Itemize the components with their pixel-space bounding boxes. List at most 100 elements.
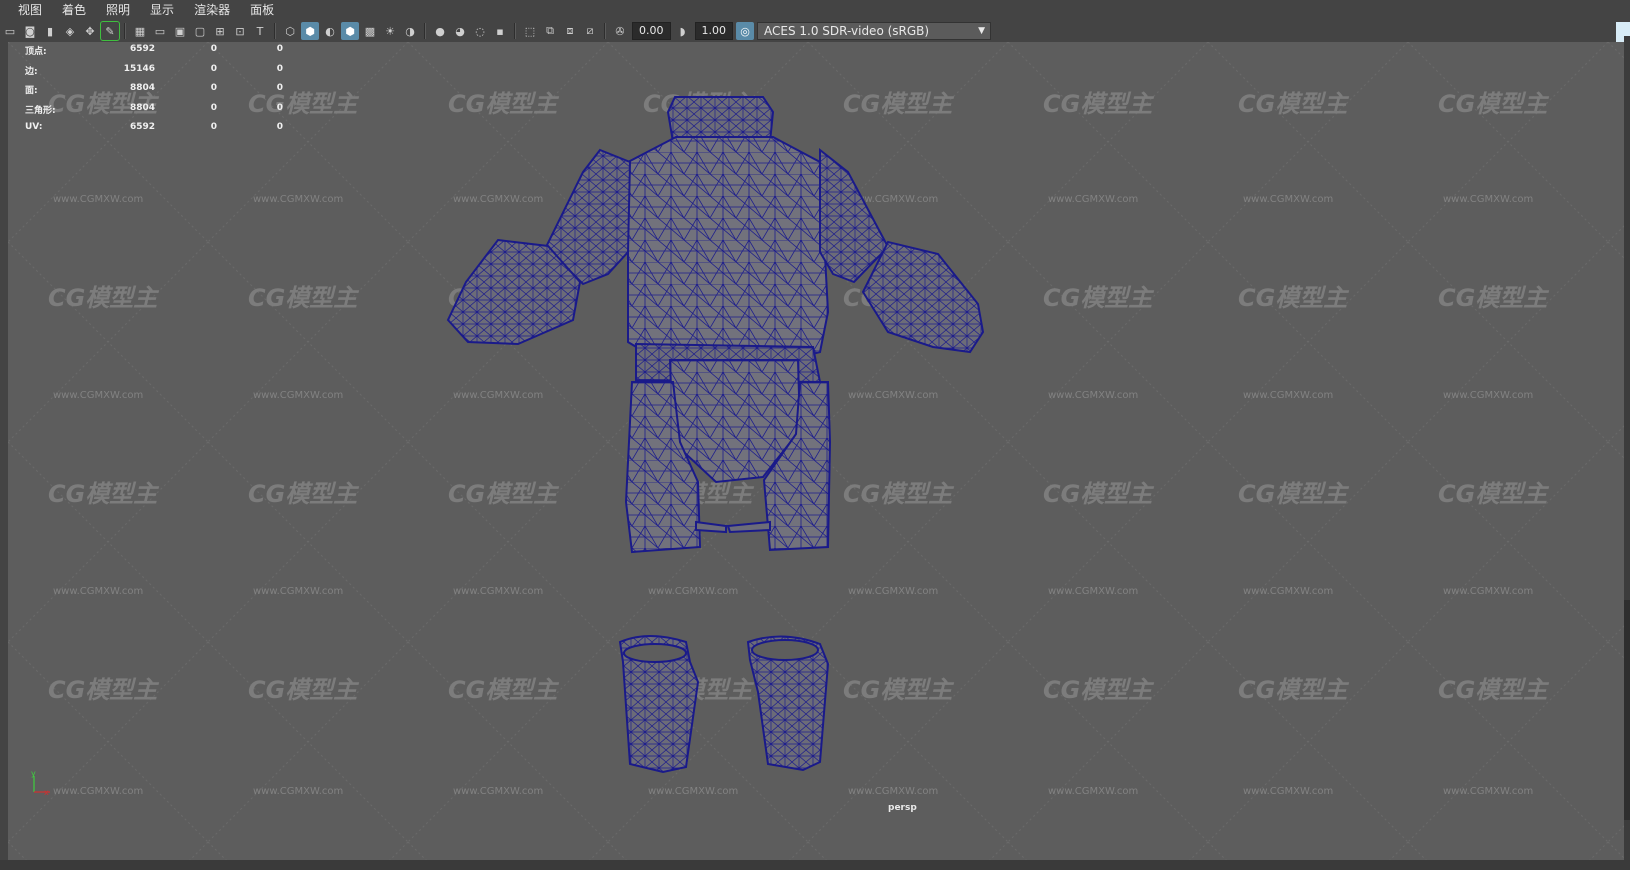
use-all-lights-icon[interactable]: ☀ bbox=[381, 22, 399, 40]
field-chart-icon[interactable]: ⊞ bbox=[211, 22, 229, 40]
svg-text:x: x bbox=[44, 788, 49, 797]
hud-value: 0 bbox=[210, 122, 217, 132]
watermark-url: www.CGMXW.com bbox=[53, 786, 143, 797]
watermark-url: www.CGMXW.com bbox=[453, 586, 543, 597]
watermark-logo: CG模型主 bbox=[1238, 284, 1349, 312]
watermark-url: www.CGMXW.com bbox=[1048, 390, 1138, 401]
collar-mesh bbox=[666, 96, 775, 143]
hud-value: 0 bbox=[276, 122, 283, 132]
menu-panels[interactable]: 面板 bbox=[240, 0, 284, 20]
xray-icon[interactable]: ⧉ bbox=[541, 22, 559, 40]
menu-lighting[interactable]: 照明 bbox=[96, 0, 140, 20]
grease-pencil-icon[interactable]: ✎ bbox=[100, 21, 120, 41]
hud-value: 0 bbox=[276, 83, 283, 93]
watermark-url: www.CGMXW.com bbox=[53, 390, 143, 401]
watermark-url: www.CGMXW.com bbox=[253, 786, 343, 797]
poly-count-hud: 顶点: 6592 0 0 边: 15146 0 0 面: 8804 0 0 三角… bbox=[25, 44, 285, 142]
depth-of-field-icon[interactable]: ▪ bbox=[491, 22, 509, 40]
xray-active-icon[interactable]: ⧄ bbox=[581, 22, 599, 40]
watermark-logo: CG模型主 bbox=[1238, 480, 1349, 508]
gamma-field[interactable]: 1.00 bbox=[694, 22, 733, 40]
hud-value: 0 bbox=[276, 44, 283, 54]
bookmark-icon[interactable]: ▮ bbox=[41, 22, 59, 40]
view-transform-select[interactable]: ACES 1.0 SDR-video (sRGB) ▼ bbox=[757, 22, 991, 40]
watermark-logo: CG模型主 bbox=[1438, 480, 1549, 508]
image-plane-icon[interactable]: ◈ bbox=[61, 22, 79, 40]
watermark-logo: CG模型主 bbox=[248, 480, 359, 508]
menu-show[interactable]: 显示 bbox=[140, 0, 184, 20]
watermark-url: www.CGMXW.com bbox=[648, 786, 738, 797]
wireframe-on-shaded-icon[interactable]: ⬢ bbox=[341, 22, 359, 40]
watermark-url: www.CGMXW.com bbox=[453, 194, 543, 205]
watermark-logo: CG模型主 bbox=[1238, 90, 1349, 118]
watermark-logo: CG模型主 bbox=[843, 480, 954, 508]
camera-attributes-icon[interactable]: ◙ bbox=[21, 22, 39, 40]
gate-mask-icon[interactable]: ▢ bbox=[191, 22, 209, 40]
two-d-pan-icon[interactable]: ✥ bbox=[81, 22, 99, 40]
film-gate-icon[interactable]: ▭ bbox=[151, 22, 169, 40]
svg-text:y: y bbox=[31, 769, 36, 778]
screen-space-ao-icon[interactable]: ● bbox=[431, 22, 449, 40]
menu-shading[interactable]: 着色 bbox=[52, 0, 96, 20]
watermark-url: www.CGMXW.com bbox=[648, 586, 738, 597]
view-transform-value: ACES 1.0 SDR-video (sRGB) bbox=[764, 24, 930, 38]
color-management-icon[interactable]: ◎ bbox=[736, 22, 754, 40]
multisample-aa-icon[interactable]: ◌ bbox=[471, 22, 489, 40]
watermark-url: www.CGMXW.com bbox=[1443, 194, 1533, 205]
menu-view[interactable]: 视图 bbox=[0, 0, 52, 20]
grid-icon[interactable]: ▦ bbox=[131, 22, 149, 40]
viewport-scene: CG模型主 CG模型主 CG模型主 CG模型主 CG模型主 CG模型主 CG模型主 CG模型主… bbox=[8, 42, 1624, 860]
scrollbar[interactable] bbox=[1624, 600, 1630, 820]
watermark-logo: CG模型主 bbox=[48, 284, 159, 312]
shadows-icon[interactable]: ◑ bbox=[401, 22, 419, 40]
resolution-gate-icon[interactable]: ▣ bbox=[171, 22, 189, 40]
smooth-shade-icon[interactable]: ⬢ bbox=[301, 22, 319, 40]
select-camera-icon[interactable]: ▭ bbox=[1, 22, 19, 40]
toolbar-divider bbox=[424, 23, 426, 39]
watermark-logo: CG模型主 bbox=[48, 676, 159, 704]
watermark-url: www.CGMXW.com bbox=[253, 194, 343, 205]
watermark-url: www.CGMXW.com bbox=[1443, 586, 1533, 597]
watermark-url: www.CGMXW.com bbox=[53, 586, 143, 597]
motion-blur-icon[interactable]: ◕ bbox=[451, 22, 469, 40]
gamma-icon[interactable]: ◗ bbox=[674, 22, 692, 40]
chevron-down-icon: ▼ bbox=[978, 26, 985, 36]
watermark-url: www.CGMXW.com bbox=[1243, 586, 1333, 597]
hud-row-vertices: 顶点: 6592 0 0 bbox=[25, 44, 285, 64]
watermark-logo: CG模型主 bbox=[1043, 480, 1154, 508]
watermark-logo: CG模型主 bbox=[1043, 284, 1154, 312]
hud-label: 面: bbox=[25, 86, 38, 96]
watermark-logo: CG模型主 bbox=[843, 90, 954, 118]
watermark-url: www.CGMXW.com bbox=[1243, 194, 1333, 205]
textured-icon[interactable]: ▩ bbox=[361, 22, 379, 40]
hud-label: UV: bbox=[25, 122, 43, 132]
watermark-url: www.CGMXW.com bbox=[453, 390, 543, 401]
wireframe-icon[interactable]: ⬡ bbox=[281, 22, 299, 40]
hud-label: 顶点: bbox=[25, 47, 47, 57]
watermark-url: www.CGMXW.com bbox=[1048, 786, 1138, 797]
hud-value: 0 bbox=[276, 102, 283, 113]
hud-value: 15146 bbox=[123, 63, 155, 74]
right-shin-opening bbox=[751, 639, 819, 661]
xray-joints-icon[interactable]: ⧈ bbox=[561, 22, 579, 40]
watermark-url: www.CGMXW.com bbox=[453, 786, 543, 797]
status-strip bbox=[0, 860, 1630, 870]
watermark-url: www.CGMXW.com bbox=[848, 786, 938, 797]
watermark-logo: CG模型主 bbox=[1438, 90, 1549, 118]
isolate-select-icon[interactable]: ⬚ bbox=[521, 22, 539, 40]
toolbar-divider bbox=[274, 23, 276, 39]
safe-title-icon[interactable]: T bbox=[251, 22, 269, 40]
exposure-field[interactable]: 0.00 bbox=[632, 22, 671, 40]
safe-action-icon[interactable]: ⊡ bbox=[231, 22, 249, 40]
watermark-logo: CG模型主 bbox=[1043, 90, 1154, 118]
hud-value: 0 bbox=[210, 102, 217, 113]
exposure-icon[interactable]: ✇ bbox=[611, 22, 629, 40]
hud-label: 三角形: bbox=[25, 105, 56, 116]
watermark-logo: CG模型主 bbox=[1238, 676, 1349, 704]
toolbar-divider bbox=[514, 23, 516, 39]
watermark-url: www.CGMXW.com bbox=[1243, 786, 1333, 797]
watermark-logo: CG模型主 bbox=[1438, 676, 1549, 704]
menu-renderer[interactable]: 渲染器 bbox=[184, 0, 240, 20]
perspective-viewport[interactable]: CG模型主 CG模型主 CG模型主 CG模型主 CG模型主 CG模型主 CG模型主 CG模型主… bbox=[8, 42, 1624, 860]
default-material-icon[interactable]: ◐ bbox=[321, 22, 339, 40]
